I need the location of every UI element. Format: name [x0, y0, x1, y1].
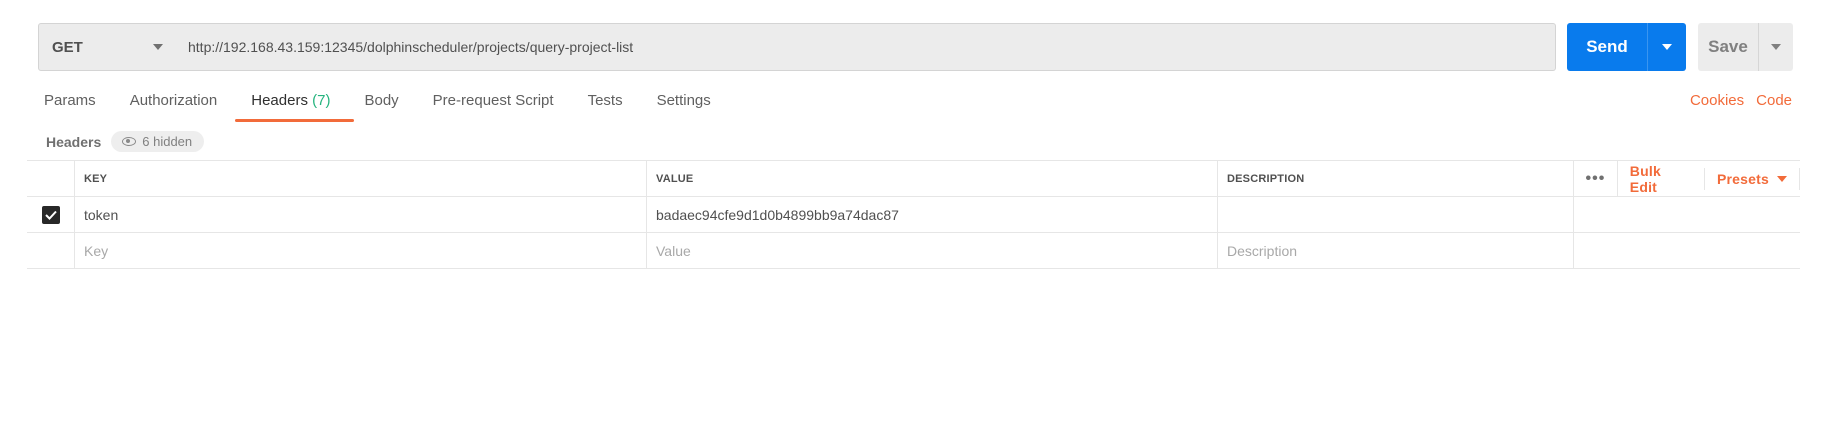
- tab-label: Body: [364, 92, 399, 109]
- tab-pre-request-script[interactable]: Pre-request Script: [433, 92, 554, 122]
- table-row-new: Key Value Description: [27, 233, 1800, 269]
- url-input[interactable]: http://192.168.43.159:12345/dolphinsched…: [175, 23, 1556, 71]
- request-tabs: Params Authorization Headers (7) Body Pr…: [44, 92, 745, 122]
- description-cell[interactable]: [1218, 197, 1574, 232]
- table-row: token badaec94cfe9d1d0b4899bb9a74dac87: [27, 197, 1800, 233]
- tab-label: Headers: [251, 92, 308, 109]
- chevron-down-icon: [153, 44, 163, 50]
- save-dropdown-button[interactable]: [1759, 23, 1793, 71]
- headers-subheader: Headers 6 hidden: [46, 131, 205, 152]
- chevron-down-icon: [1662, 44, 1672, 50]
- cookies-link[interactable]: Cookies: [1690, 92, 1744, 109]
- key-input[interactable]: Key: [75, 233, 647, 268]
- column-header-description: DESCRIPTION: [1218, 161, 1574, 196]
- save-button-group: Save: [1698, 23, 1793, 71]
- tab-label: Params: [44, 92, 96, 109]
- row-checkbox-cell: [27, 197, 75, 232]
- send-dropdown-button[interactable]: [1648, 23, 1686, 71]
- headers-table: KEY VALUE DESCRIPTION ••• Bulk Edit Pres…: [27, 160, 1800, 269]
- key-cell[interactable]: token: [75, 197, 647, 232]
- method-select[interactable]: GET: [38, 23, 176, 71]
- column-header-key: KEY: [75, 161, 647, 196]
- presets-label: Presets: [1717, 170, 1769, 187]
- value-input[interactable]: Value: [647, 233, 1218, 268]
- column-header-actions: ••• Bulk Edit Presets: [1574, 161, 1800, 196]
- description-input[interactable]: Description: [1218, 233, 1574, 268]
- table-header-row: KEY VALUE DESCRIPTION ••• Bulk Edit Pres…: [27, 160, 1800, 197]
- method-label: GET: [52, 38, 83, 56]
- row-checkbox[interactable]: [41, 205, 60, 224]
- tab-label: Pre-request Script: [432, 92, 554, 109]
- tab-label: Tests: [587, 92, 623, 109]
- send-button[interactable]: Send: [1567, 23, 1647, 71]
- tab-label: Settings: [656, 92, 711, 109]
- tab-label: Authorization: [129, 92, 218, 109]
- row-checkbox-cell: [27, 233, 75, 268]
- presets-dropdown[interactable]: Presets: [1705, 167, 1800, 190]
- tab-count-badge: (7): [312, 92, 331, 109]
- tab-tests[interactable]: Tests: [588, 92, 623, 122]
- tab-settings[interactable]: Settings: [657, 92, 711, 122]
- row-actions-cell: [1574, 197, 1800, 232]
- chevron-down-icon: [1777, 175, 1787, 182]
- header-check-cell: [27, 161, 75, 196]
- send-button-group: Send: [1567, 23, 1686, 71]
- headers-title: Headers: [46, 133, 102, 150]
- row-actions-cell: [1574, 233, 1800, 268]
- tab-headers[interactable]: Headers (7): [235, 92, 355, 122]
- checkmark-icon: [44, 210, 57, 220]
- eye-icon: [122, 137, 137, 146]
- hidden-headers-toggle[interactable]: 6 hidden: [111, 131, 205, 152]
- bulk-edit-link[interactable]: Bulk Edit: [1618, 163, 1705, 195]
- save-button[interactable]: Save: [1698, 23, 1758, 71]
- value-cell[interactable]: badaec94cfe9d1d0b4899bb9a74dac87: [647, 197, 1218, 232]
- code-link[interactable]: Code: [1756, 92, 1792, 109]
- right-links: Cookies Code: [1690, 92, 1792, 109]
- chevron-down-icon: [1771, 44, 1781, 50]
- column-header-value: VALUE: [647, 161, 1218, 196]
- tab-body[interactable]: Body: [364, 92, 398, 122]
- tab-authorization[interactable]: Authorization: [130, 92, 218, 122]
- hidden-count-label: 6 hidden: [142, 134, 193, 149]
- more-options-icon[interactable]: •••: [1574, 161, 1618, 196]
- tab-params[interactable]: Params: [44, 92, 96, 122]
